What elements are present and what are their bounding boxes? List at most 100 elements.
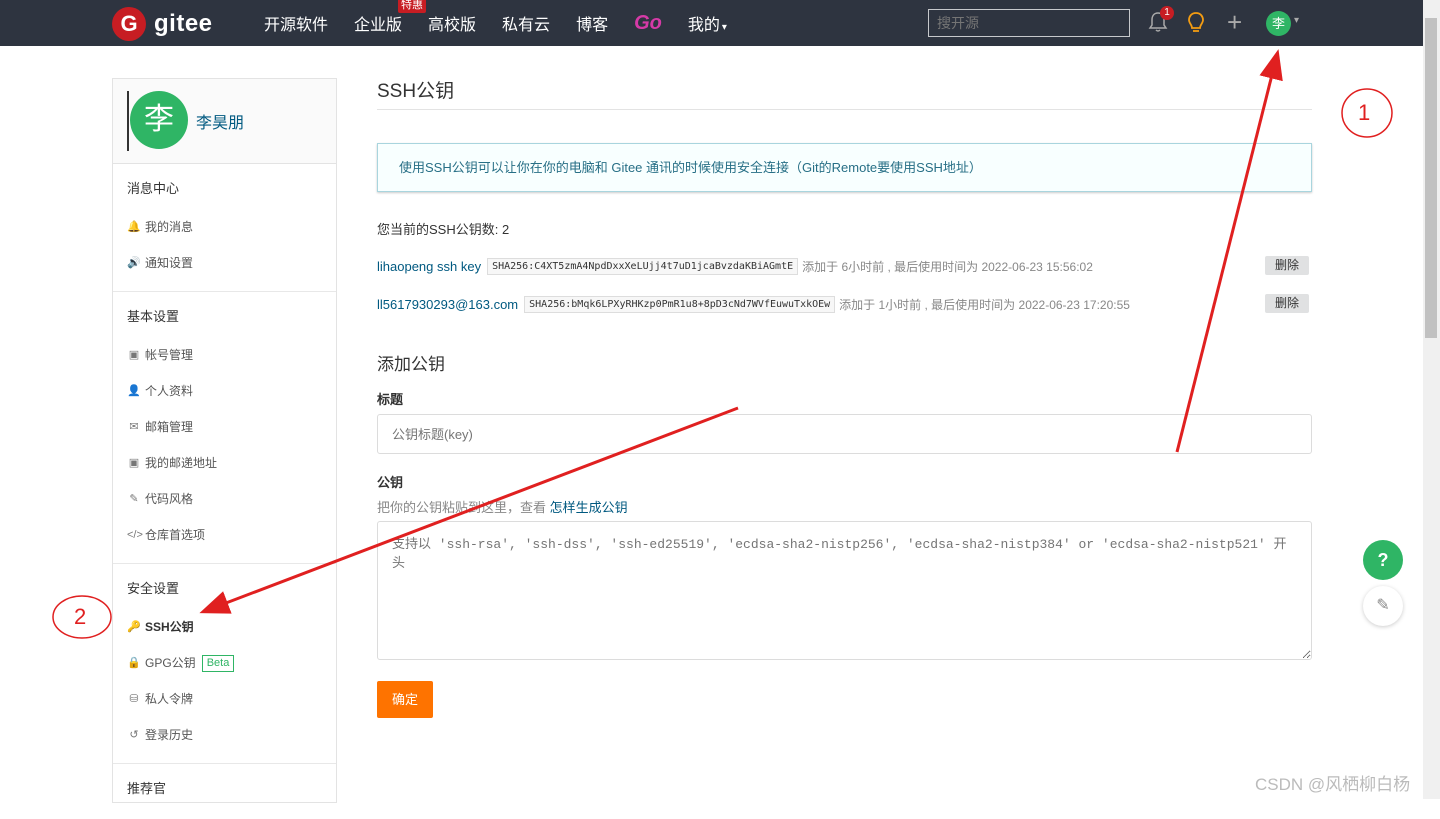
sale-badge: 特惠 [398,0,427,13]
delete-key-button[interactable]: 删除 [1265,256,1309,275]
key-meta: 添加于 1小时前 , 最后使用时间为 2022-06-23 17:20:55 [839,297,1130,312]
key-title: lihaopeng ssh key [377,258,482,274]
section-title: 安全设置 [127,581,180,596]
sidebar-item-repo-preferences[interactable]: </> 仓库首选项 [113,517,336,553]
sidebar-item-email[interactable]: ✉ 邮箱管理 [113,409,336,445]
section-basic-settings: 基本设置 ▣ 帐号管理 👤 个人资料 ✉ 邮箱管理 ▣ 我的邮递地址 ✎ 代码风格 </>… [113,292,336,564]
sidebar-item-label: 仓库首选项 [145,528,206,542]
annotation-label-1: 1 [1358,100,1371,125]
key-meta: 添加于 6小时前 , 最后使用时间为 2022-06-23 15:56:02 [802,259,1093,274]
key-count: 您当前的SSH公钥数: 2 [377,222,510,237]
key-fingerprint: SHA256:bMqk6LPXyRHKzp0PmR1u8+8pD3cNd7WVf… [524,295,836,313]
section-title: 消息中心 [127,181,180,196]
sidebar-item-label: 通知设置 [145,256,194,270]
sidebar-item-account[interactable]: ▣ 帐号管理 [113,337,336,373]
scrollbar-thumb[interactable] [1425,18,1437,338]
plus-icon[interactable]: + [1227,9,1242,35]
profile-card: 李 李昊朋 [113,79,336,164]
key-label: 公钥 [377,475,404,490]
search-input[interactable] [928,9,1130,37]
mail-icon: ✉ [129,421,139,433]
key-title-input[interactable] [377,414,1312,454]
settings-sidebar: 李 李昊朋 消息中心 🔔 我的消息 🔊 通知设置 基本设置 ▣ 帐号管理 👤 个人资料 … [112,78,337,803]
sidebar-item-label: 帐号管理 [145,348,194,362]
section-messages: 消息中心 🔔 我的消息 🔊 通知设置 [113,164,336,292]
nav-enterprise-label: 企业版 [354,17,403,34]
public-key-textarea[interactable] [377,521,1312,660]
code-icon: </> [127,529,143,541]
brush-icon: ✎ [129,493,139,505]
key-title: ll5617930293@163.com [377,296,519,312]
sidebar-item-label: 我的邮递地址 [145,456,218,470]
lock-icon: 🔒 [127,657,141,669]
user-avatar[interactable]: 李 [1266,11,1291,36]
nav-blog[interactable]: 博客 [576,11,608,35]
info-message: 使用SSH公钥可以让你在你的电脑和 Gitee 通讯的时候使用安全连接（Git的… [377,143,1312,192]
how-to-generate-link[interactable]: 怎样生成公钥 [550,500,628,515]
nav-go[interactable]: Go [634,12,662,35]
chevron-down-icon[interactable]: ▾ [1294,15,1299,26]
avatar[interactable]: 李 [130,91,188,149]
sidebar-item-gpg-keys[interactable]: 🔒 GPG公钥 Beta [113,645,336,681]
sidebar-item-label: SSH公钥 [145,620,194,634]
nav-enterprise[interactable]: 企业版 特惠 [354,0,427,35]
sidebar-item-my-messages[interactable]: 🔔 我的消息 [113,209,336,245]
history-icon: ↺ [129,729,139,741]
top-navbar: G gitee 开源软件 企业版特惠 高校版 私有云 博客 Go 我的▾ 1 +… [0,0,1423,46]
section-title: 基本设置 [127,309,180,324]
delete-key-button[interactable]: 删除 [1265,294,1309,313]
key-row: lihaopeng ssh key SHA256:C4XT5zmA4NpdDxx… [377,256,1312,276]
sidebar-item-label: 邮箱管理 [145,420,194,434]
bulb-icon[interactable] [1186,11,1206,35]
id-card-icon: ▣ [128,349,140,361]
key-icon: 🔑 [127,621,141,633]
gitee-logo[interactable]: G gitee [112,7,213,41]
sidebar-item-label: 代码风格 [145,492,194,506]
sidebar-item-label: 私人令牌 [145,692,194,706]
watermark: CSDN @风栖柳白杨 [1255,775,1411,794]
sidebar-item-code-style[interactable]: ✎ 代码风格 [113,481,336,517]
notification-badge: 1 [1160,6,1174,20]
sidebar-item-profile[interactable]: 👤 个人资料 [113,373,336,409]
bell-icon: 🔔 [127,221,141,233]
token-icon: ⛁ [129,693,139,705]
nav-education[interactable]: 高校版 [428,11,476,35]
sidebar-item-label: GPG公钥 [145,656,196,670]
nav-mine-label: 我的 [687,17,720,34]
ssh-keys-panel: SSH公钥 使用SSH公钥可以让你在你的电脑和 Gitee 通讯的时候使用安全连… [377,76,1312,718]
help-button[interactable]: ? [1363,540,1403,580]
feedback-edit-button[interactable]: ✎ [1363,586,1403,626]
sidebar-item-tokens[interactable]: ⛁ 私人令牌 [113,681,336,717]
user-icon: 👤 [127,385,141,397]
nav-mine[interactable]: 我的 ▾ [688,11,727,35]
page-title: SSH公钥 [377,76,1312,110]
chevron-down-icon: ▾ [721,22,727,33]
confirm-button[interactable]: 确定 [377,681,433,718]
sidebar-item-label: 个人资料 [145,384,194,398]
key-row: ll5617930293@163.com SHA256:bMqk6LPXyRHK… [377,294,1312,314]
sidebar-item-address[interactable]: ▣ 我的邮递地址 [113,445,336,481]
title-label: 标题 [377,392,404,407]
key-hint: 把你的公钥粘贴到这里，查看 怎样生成公钥 [377,497,1312,516]
nav-open-source[interactable]: 开源软件 [264,11,328,35]
sidebar-item-label: 登录历史 [145,728,194,742]
beta-badge: Beta [201,654,235,672]
nav-private-cloud[interactable]: 私有云 [502,11,550,35]
key-hint-text: 把你的公钥粘贴到这里，查看 [377,500,547,515]
section-referral: 推荐官 [113,764,336,819]
main-nav: 开源软件 企业版 特惠 高校版 私有云 博客 Go 我的 ▾ [264,0,753,46]
annotation-label-2: 2 [74,604,87,629]
section-title[interactable]: 推荐官 [127,778,336,797]
sidebar-item-notification-settings[interactable]: 🔊 通知设置 [113,245,336,281]
speaker-icon: 🔊 [127,257,141,269]
profile-divider [127,91,129,151]
sidebar-item-ssh-keys[interactable]: 🔑 SSH公钥 [113,609,336,645]
gitee-logo-text: gitee [154,10,213,37]
add-key-heading: 添加公钥 [377,355,445,374]
section-security-settings: 安全设置 🔑 SSH公钥 🔒 GPG公钥 Beta ⛁ 私人令牌 ↺ 登录历史 [113,564,336,764]
key-fingerprint: SHA256:C4XT5zmA4NpdDxxXeLUjj4t7uD1jcaBvz… [487,257,799,275]
username[interactable]: 李昊朋 [196,109,244,133]
gitee-logo-icon: G [112,7,146,41]
address-card-icon: ▣ [128,457,140,469]
sidebar-item-login-history[interactable]: ↺ 登录历史 [113,717,336,753]
